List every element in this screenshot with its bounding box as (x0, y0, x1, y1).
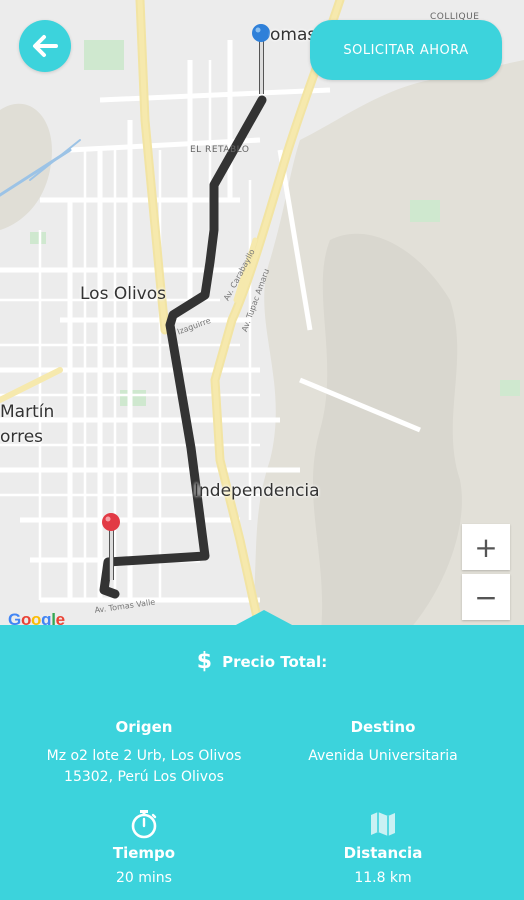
origin-value-line2: 15302, Perú Los Olivos (64, 769, 224, 785)
trip-summary-panel: $ Precio Total: Origen Mz o2 lote 2 Urb,… (0, 625, 524, 900)
place-label-independencia: Independencia (194, 481, 320, 501)
distance-value: 11.8 km (354, 870, 412, 886)
origin-block: Origen Mz o2 lote 2 Urb, Los Olivos 1530… (14, 718, 274, 788)
time-value: 20 mins (116, 870, 172, 886)
distance-block: Distancia 11.8 km (270, 808, 496, 889)
time-block: Tiempo 20 mins (14, 808, 274, 889)
place-label-el-retablo: EL RETABLO (190, 145, 250, 155)
place-label-los-olivos: Los Olivos (80, 284, 166, 304)
zoom-in-button[interactable]: + (462, 524, 510, 570)
price-label: Precio Total: (222, 652, 328, 671)
time-label: Tiempo (112, 844, 176, 862)
map-icon (371, 812, 395, 836)
destination-value: Avenida Universitaria (308, 748, 458, 764)
distance-label: Distancia (343, 844, 423, 862)
place-label-martin-2: orres (0, 427, 44, 447)
zoom-out-button[interactable]: − (462, 574, 510, 620)
request-now-button[interactable]: SOLICITAR AHORA (310, 20, 502, 80)
place-label-martin: Martín (0, 402, 55, 422)
origin-label: Origen (115, 718, 173, 736)
destination-label: Destino (350, 718, 416, 736)
map-view[interactable]: Los Olivos Independencia EL RETABLO Mart… (0, 0, 524, 640)
price-row: $ Precio Total: (0, 649, 524, 674)
destination-block: Destino Avenida Universitaria (270, 718, 496, 767)
dollar-icon: $ (196, 649, 213, 674)
stopwatch-icon (131, 810, 157, 839)
panel-notch (234, 610, 294, 626)
origin-value-line1: Mz o2 lote 2 Urb, Los Olivos (46, 748, 242, 764)
back-button[interactable] (19, 20, 71, 72)
arrow-left-icon (33, 35, 58, 57)
map-canvas (0, 0, 524, 640)
